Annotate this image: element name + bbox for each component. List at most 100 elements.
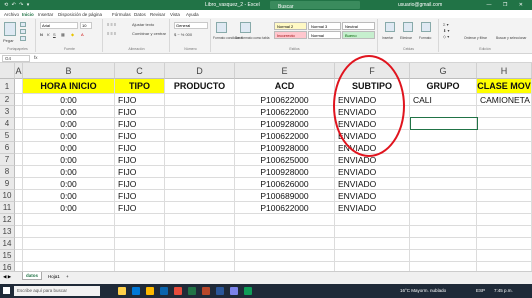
cell[interactable] [165,250,235,262]
cell[interactable] [165,118,235,130]
cell[interactable]: 0:00 [23,202,115,214]
clock[interactable]: 7:45 p.m. [494,288,513,293]
taskbar-search[interactable]: Escribe aquí para buscar [14,286,100,296]
column-header-b[interactable]: B [23,63,115,79]
cell[interactable] [477,142,532,154]
font-name-select[interactable]: Arial [40,22,78,29]
cell[interactable] [165,142,235,154]
cell[interactable]: ENVIADO [335,178,410,190]
cell[interactable]: P100928000 [235,142,335,154]
font-size-select[interactable]: 10 [80,22,92,29]
wrap-text-button[interactable]: Ajustar texto [132,22,154,27]
chrome-icon[interactable] [174,287,182,295]
fx-icon[interactable]: fx [34,55,38,60]
cell[interactable] [477,214,532,226]
cell[interactable]: P100622000 [235,202,335,214]
cell[interactable] [165,190,235,202]
cell[interactable]: P100626000 [235,178,335,190]
cell[interactable] [15,190,23,202]
tab-archivo[interactable]: Archivo [4,12,19,17]
row-header[interactable]: 2 [0,94,15,106]
cell[interactable]: FIJO [115,130,165,142]
cell[interactable] [23,226,115,238]
cell[interactable] [15,142,23,154]
windows-start-icon[interactable] [3,287,10,294]
cell[interactable]: 0:00 [23,190,115,202]
cell[interactable] [477,166,532,178]
tab-ayuda[interactable]: Ayuda [186,12,199,17]
fill-color-icon[interactable]: ◆ [71,32,74,37]
column-header-e[interactable]: E [235,63,335,79]
cell[interactable]: P100625000 [235,154,335,166]
cell[interactable] [477,238,532,250]
cell[interactable] [15,178,23,190]
cell[interactable] [15,154,23,166]
cell[interactable]: ENVIADO [335,166,410,178]
number-format-select[interactable]: General [174,22,208,29]
cell[interactable] [15,202,23,214]
excel-taskbar-icon[interactable] [188,287,196,295]
format-painter-icon[interactable] [20,36,26,41]
row-header[interactable]: 8 [0,166,15,178]
row-header[interactable]: 10 [0,190,15,202]
column-header-c[interactable]: C [115,63,165,79]
cell[interactable] [410,214,477,226]
select-all-corner[interactable] [0,63,15,79]
cell[interactable] [235,226,335,238]
cell[interactable] [410,154,477,166]
cell[interactable]: P100928000 [235,118,335,130]
fill-icon[interactable]: ⬇ ▾ [443,28,449,33]
cell[interactable] [410,178,477,190]
cell[interactable]: ENVIADO [335,202,410,214]
cell[interactable]: P100928000 [235,166,335,178]
cell[interactable] [477,106,532,118]
cell[interactable] [165,238,235,250]
style-good[interactable]: Bueno [342,31,375,39]
add-sheet-button[interactable]: + [66,274,69,279]
bold-icon[interactable]: N [40,32,43,37]
cell[interactable]: FIJO [115,118,165,130]
cell[interactable] [165,154,235,166]
cell[interactable] [165,178,235,190]
style-neutral[interactable]: Neutral [342,22,375,30]
cell[interactable] [477,178,532,190]
cell[interactable] [15,214,23,226]
teams-icon[interactable] [230,287,238,295]
cell[interactable] [410,190,477,202]
conditional-format-icon[interactable] [216,22,227,33]
cell[interactable]: 0:00 [23,118,115,130]
window-controls[interactable]: — ❐ ✕ [487,2,528,8]
cell[interactable]: 0:00 [23,178,115,190]
cell[interactable]: P100622000 [235,130,335,142]
header-cell-acd[interactable]: ACD [235,79,335,94]
tab-revisar[interactable]: Revisar [150,12,165,17]
cell[interactable] [235,250,335,262]
insert-cells-icon[interactable] [385,22,395,32]
search-box[interactable]: Buscar [270,1,360,10]
clear-icon[interactable]: ◇ ▾ [443,34,449,39]
cell[interactable] [410,238,477,250]
cell[interactable] [23,250,115,262]
autosum-icon[interactable]: Σ ▾ [443,22,449,27]
tab-formulas[interactable]: Fórmulas [112,12,131,17]
cell[interactable]: FIJO [115,154,165,166]
cell[interactable] [15,166,23,178]
cell[interactable]: 0:00 [23,154,115,166]
row-header[interactable]: 6 [0,142,15,154]
app-icon[interactable] [244,287,252,295]
cell[interactable] [410,142,477,154]
cell[interactable] [335,226,410,238]
cut-icon[interactable] [20,22,26,27]
file-explorer-icon[interactable] [146,287,154,295]
cell[interactable]: FIJO [115,202,165,214]
weather-widget[interactable]: 16°C Mayorm. nublado [400,288,446,293]
tab-inicio[interactable]: Inicio [22,12,34,17]
cell[interactable] [23,238,115,250]
column-header-a[interactable]: A [15,63,23,79]
tab-disposicion[interactable]: Disposición de página [58,12,102,17]
currency-icon[interactable]: $ ~ % 000 [174,32,192,37]
cell[interactable] [15,79,23,94]
cell[interactable] [115,214,165,226]
user-account[interactable]: usuario@gmail.com [398,2,442,8]
cell[interactable] [235,238,335,250]
